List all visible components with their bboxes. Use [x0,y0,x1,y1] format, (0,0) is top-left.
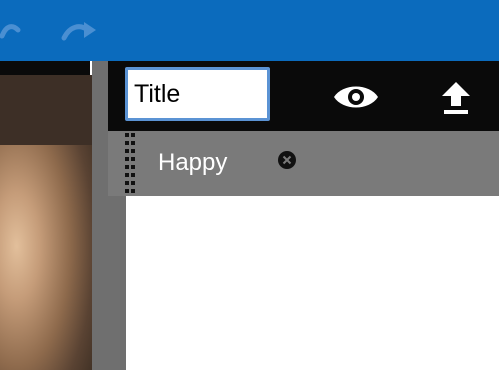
left-pane-header [0,61,90,75]
app-top-bar [0,0,499,61]
content-area[interactable] [126,196,499,370]
upload-icon[interactable] [438,78,474,116]
redo-icon[interactable] [58,18,98,44]
photo-shadow [0,75,92,145]
close-circle-icon[interactable] [277,150,297,170]
pane-divider[interactable] [92,61,108,370]
title-input[interactable] [125,67,270,121]
tag-label: Happy [158,149,228,176]
drag-handle-icon[interactable] [122,133,138,193]
eye-icon[interactable] [331,80,381,114]
content-border [108,196,126,370]
undo-icon[interactable] [0,18,40,44]
